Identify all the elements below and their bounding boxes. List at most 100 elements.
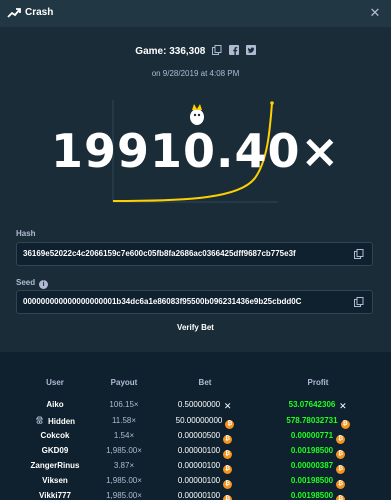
row-profit-value: 0.00000771 <box>290 431 334 440</box>
hash-copy-button[interactable] <box>345 243 372 265</box>
row-user-name: Viksen <box>42 476 68 485</box>
row-user-name: GKD09 <box>41 446 69 455</box>
row-user-name: Vikki777 <box>39 491 71 500</box>
row-profit-value: 53.07642306 <box>288 400 336 409</box>
row-user[interactable]: GKD09 <box>15 446 95 455</box>
svg-text:·: · <box>140 205 141 210</box>
row-bet: 0.00000100 ₿ <box>155 461 255 474</box>
hash-field[interactable]: 36169e52022c4c2066159c7e600c05fb8fa2686a… <box>16 242 373 266</box>
table-row[interactable]: ZangerRinus 3.87× 0.00000100 ₿ 0.00000387 ₿ <box>0 461 391 475</box>
row-user-name: Hidden <box>47 417 76 426</box>
row-payout: 1,985.00× <box>106 476 142 485</box>
row-profit: 53.07642306 ✕ <box>268 400 368 411</box>
row-profit: 0.00198500 ₿ <box>268 446 368 459</box>
row-profit: 0.00198500 ₿ <box>268 476 368 489</box>
svg-text:·: · <box>200 205 201 210</box>
row-user[interactable]: Aiko <box>15 400 95 409</box>
titlebar: Crash ✕ <box>0 0 391 27</box>
row-profit: 0.00000387 ₿ <box>268 461 368 474</box>
bitcoin-icon: ₿ <box>223 495 233 500</box>
row-profit-value: 0.00000387 <box>290 461 334 470</box>
row-profit-value: 0.00198500 <box>290 446 334 455</box>
row-profit: 0.00000771 ₿ <box>268 431 368 444</box>
crash-window: Crash ✕ Game: 336,308 on 9/28/2019 at 4:… <box>0 0 391 500</box>
seed-copy-button[interactable] <box>345 291 372 313</box>
bitcoin-icon: ₿ <box>336 465 346 474</box>
game-number: Game: 336,308 <box>135 46 206 57</box>
row-user[interactable]: Viksen <box>15 476 95 485</box>
row-bet: 0.50000000 ✕ <box>155 400 255 411</box>
row-profit-value: 0.00198500 <box>290 491 334 500</box>
bitcoin-icon: ₿ <box>340 420 350 429</box>
table-row[interactable]: Hidden 11.58× 50.00000000 ₿ 578.78032731 ₿ <box>0 416 391 430</box>
row-user[interactable]: ZangerRinus <box>15 461 95 470</box>
svg-text:·: · <box>170 205 171 210</box>
row-user-name: Cokcok <box>40 431 70 440</box>
hidden-user-icon <box>35 416 43 424</box>
row-user-name: Aiko <box>46 400 64 409</box>
row-profit: 0.00198500 ₿ <box>268 491 368 500</box>
seed-label: Seed <box>16 278 36 287</box>
row-payout: 106.15× <box>109 400 139 409</box>
bitcoin-icon: ₿ <box>336 480 346 489</box>
bitcoin-icon: ₿ <box>223 480 233 489</box>
facebook-icon[interactable] <box>228 45 239 55</box>
row-profit-value: 0.00198500 <box>290 476 334 485</box>
copy-icon <box>353 249 363 259</box>
row-bet: 0.00000100 ₿ <box>155 476 255 489</box>
verify-bet-link[interactable]: Verify Bet <box>0 323 391 332</box>
bitcoin-icon: ₿ <box>336 435 346 444</box>
table-row[interactable]: Vikki777 1,985.00× 0.00000100 ₿ 0.00198500 ₿ <box>0 491 391 500</box>
row-bet-value: 0.00000500 <box>177 431 221 440</box>
copy-icon[interactable] <box>212 45 222 55</box>
hash-label: Hash <box>16 229 36 238</box>
seed-value[interactable]: 000000000000000000001b34dc6a1e86083f9550… <box>23 297 341 309</box>
row-user[interactable]: Vikki777 <box>15 491 95 500</box>
row-payout: 1,985.00× <box>106 446 142 455</box>
row-payout: 3.87× <box>113 461 135 470</box>
row-profit-value: 578.78032731 <box>286 416 338 425</box>
bitcoin-icon: ₿ <box>223 435 233 444</box>
row-bet-value: 0.00000100 <box>177 476 221 485</box>
twitter-icon[interactable] <box>245 45 256 55</box>
row-bet: 0.00000500 ₿ <box>155 431 255 444</box>
bitcoin-icon: ₿ <box>336 450 346 459</box>
game-date: on 9/28/2019 at 4:08 PM <box>151 69 240 78</box>
svg-text:·: · <box>230 205 231 210</box>
table-row[interactable]: GKD09 1,985.00× 0.00000100 ₿ 0.00198500 ₿ <box>0 446 391 460</box>
bitcoin-icon: ₿ <box>223 450 233 459</box>
row-bet: 0.00000100 ₿ <box>155 446 255 459</box>
header-profit: Profit <box>307 378 329 387</box>
row-bet: 50.00000000 ₿ <box>155 416 255 429</box>
seed-field[interactable]: 000000000000000000001b34dc6a1e86083f9550… <box>16 290 373 314</box>
window-title: Crash <box>25 7 54 18</box>
table-row[interactable]: Aiko 106.15× 0.50000000 ✕ 53.07642306 ✕ <box>0 400 391 414</box>
row-bet-value: 50.00000000 <box>175 416 223 425</box>
seed-label-row: Seed i <box>16 278 49 289</box>
bitcoin-icon: ₿ <box>336 495 346 500</box>
row-payout: 11.58× <box>111 416 137 425</box>
row-payout: 1.54× <box>113 431 135 440</box>
bitcoin-icon: ₿ <box>223 465 233 474</box>
bitcoin-icon: ₿ <box>225 420 235 429</box>
header-payout: Payout <box>110 378 138 387</box>
row-user[interactable]: Cokcok <box>15 431 95 440</box>
hash-value[interactable]: 36169e52022c4c2066159c7e600c05fb8fa2686a… <box>23 249 341 261</box>
info-icon[interactable]: i <box>39 280 49 289</box>
bets-table-header: User Payout Bet Profit <box>0 378 391 392</box>
game-header: Game: 336,308 <box>0 45 391 57</box>
row-profit: 578.78032731 ₿ <box>268 416 368 429</box>
row-bet-value: 0.50000000 <box>177 400 221 409</box>
table-row[interactable]: Cokcok 1.54× 0.00000500 ₿ 0.00000771 ₿ <box>0 431 391 445</box>
row-bet-value: 0.00000100 <box>177 461 221 470</box>
row-user[interactable]: Hidden <box>15 416 95 426</box>
row-bet: 0.00000100 ₿ <box>155 491 255 500</box>
table-row[interactable]: Viksen 1,985.00× 0.00000100 ₿ 0.00198500 ₿ <box>0 476 391 490</box>
svg-text:·: · <box>258 205 259 210</box>
close-icon[interactable]: ✕ <box>368 6 382 20</box>
row-user-name: ZangerRinus <box>30 461 80 470</box>
header-bet: Bet <box>198 378 212 387</box>
header-user: User <box>46 378 64 387</box>
crash-multiplier: 19910.40× <box>50 124 341 178</box>
row-bet-value: 0.00000100 <box>177 446 221 455</box>
